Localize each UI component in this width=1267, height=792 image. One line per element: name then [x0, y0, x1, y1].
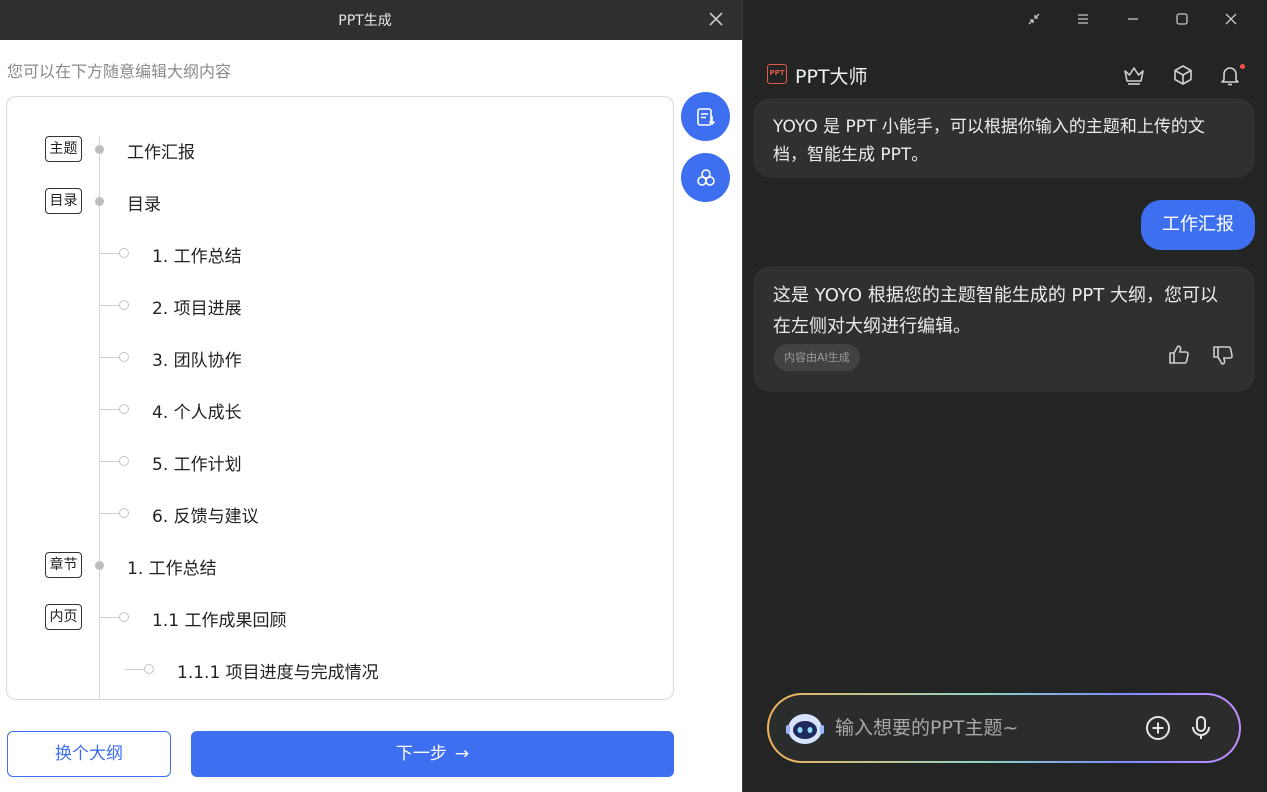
- outline-item-text[interactable]: 工作汇报: [127, 138, 195, 163]
- outline-item-text[interactable]: 5. 工作计划: [152, 450, 242, 475]
- ppt-generation-dialog: PPT生成 您可以在下方随意编辑大纲内容 主题 工作汇报目录 目录 1. 工作总结 2.…: [0, 0, 742, 792]
- bell-icon[interactable]: [1217, 62, 1245, 88]
- ppt-topic-input[interactable]: [835, 713, 1135, 743]
- outline-level-tag: 目录: [45, 188, 82, 214]
- outline-item-text[interactable]: 4. 个人成长: [152, 398, 242, 423]
- tree-node-ring: [119, 404, 129, 414]
- assistant-reply-message: 这是 YOYO 根据您的主题智能生成的 PPT 大纲，您可以在左侧对大纲进行编辑…: [753, 266, 1255, 392]
- outline-row[interactable]: 1. 工作总结: [7, 238, 667, 268]
- tree-connector: [100, 253, 119, 254]
- chat-input-container: [769, 695, 1239, 761]
- assistant-panel: PPT PPT大师 YOYO 是 PPT 小能手，可以根据你输入的主题和上传的文…: [742, 0, 1267, 792]
- outline-item-text[interactable]: 1.1 工作成果回顾: [152, 606, 286, 631]
- tree-connector: [100, 409, 119, 410]
- dialog-title: PPT生成: [338, 13, 392, 29]
- import-outline-button[interactable]: [681, 92, 730, 141]
- crown-icon[interactable]: [1121, 62, 1147, 88]
- app-name: PPT大师: [795, 66, 868, 88]
- maximize-icon[interactable]: [1170, 10, 1194, 34]
- template-button[interactable]: [681, 153, 730, 202]
- outline-row[interactable]: 2. 项目进展: [7, 290, 667, 320]
- add-circle-icon[interactable]: [1144, 714, 1172, 742]
- tree-node-ring: [119, 248, 129, 258]
- close-icon[interactable]: [706, 9, 726, 29]
- outline-row[interactable]: 内页 1.1 工作成果回顾: [7, 602, 667, 632]
- tree-node-ring: [119, 300, 129, 310]
- outline-level-tag: 章节: [45, 552, 82, 578]
- tree-node-dot: [95, 145, 104, 154]
- tree-connector: [100, 461, 119, 462]
- cube-icon[interactable]: [1170, 62, 1196, 88]
- outline-item-text[interactable]: 3. 团队协作: [152, 346, 242, 371]
- arrow-right-icon: →: [454, 744, 470, 764]
- user-message: 工作汇报: [1141, 200, 1255, 250]
- outline-row[interactable]: 章节 1. 工作总结: [7, 550, 667, 580]
- ppt-logo-icon: PPT: [767, 64, 787, 84]
- tree-node-ring: [119, 456, 129, 466]
- outline-row[interactable]: 6. 反馈与建议: [7, 498, 667, 528]
- outline-item-text[interactable]: 目录: [127, 190, 161, 215]
- tree-node-dot: [95, 197, 104, 206]
- tree-node-ring: [119, 612, 129, 622]
- outline-item-text[interactable]: 1. 工作总结: [127, 554, 217, 579]
- tree-node-dot: [95, 561, 104, 570]
- assistant-reply-text: 这是 YOYO 根据您的主题智能生成的 PPT 大纲，您可以在左侧对大纲进行编辑…: [773, 285, 1218, 337]
- outline-item-text[interactable]: 1.1.1 项目进度与完成情况: [177, 658, 379, 683]
- assistant-intro-message: YOYO 是 PPT 小能手，可以根据你输入的主题和上传的文档，智能生成 PPT…: [753, 98, 1255, 178]
- edit-hint: 您可以在下方随意编辑大纲内容: [7, 62, 232, 81]
- tree-node-ring: [119, 352, 129, 362]
- tree-connector: [125, 669, 144, 670]
- minimize-icon[interactable]: [1121, 10, 1145, 34]
- outline-item-text[interactable]: 2. 项目进展: [152, 294, 242, 319]
- shapes-icon: [696, 168, 715, 186]
- tree-connector: [100, 513, 119, 514]
- thumbs-down-icon[interactable]: [1210, 342, 1236, 368]
- tree-node-ring: [144, 664, 154, 674]
- document-download-icon: [696, 107, 715, 126]
- outline-editor[interactable]: 主题 工作汇报目录 目录 1. 工作总结 2. 项目进展 3. 团队协作 4. 个人成长 5.…: [6, 96, 674, 700]
- tree-connector: [100, 305, 119, 306]
- dialog-titlebar: PPT生成: [0, 0, 742, 40]
- next-step-label: 下一步: [395, 744, 447, 764]
- tree-node-ring: [119, 508, 129, 518]
- thumbs-up-icon[interactable]: [1166, 342, 1192, 368]
- outline-row[interactable]: 1.1.1 项目进度与完成情况: [7, 654, 667, 684]
- change-outline-button[interactable]: 换个大纲: [7, 731, 171, 777]
- notification-dot: [1240, 64, 1245, 69]
- close-window-icon[interactable]: [1219, 10, 1243, 34]
- outline-level-tag: 主题: [45, 136, 82, 162]
- outline-item-text[interactable]: 1. 工作总结: [152, 242, 242, 267]
- collapse-icon[interactable]: [1022, 10, 1046, 34]
- outline-row[interactable]: 3. 团队协作: [7, 342, 667, 372]
- menu-icon[interactable]: [1071, 10, 1095, 34]
- outline-row[interactable]: 4. 个人成长: [7, 394, 667, 424]
- chat-input-bar: [767, 693, 1241, 763]
- outline-row[interactable]: 目录 目录: [7, 186, 667, 216]
- outline-row[interactable]: 主题 工作汇报: [7, 134, 667, 164]
- ai-generated-badge: 内容由AI生成: [774, 344, 860, 371]
- next-step-button[interactable]: 下一步 →: [191, 731, 674, 777]
- outline-level-tag: 内页: [45, 604, 82, 630]
- robot-avatar-icon: [786, 714, 824, 744]
- outline-row[interactable]: 5. 工作计划: [7, 446, 667, 476]
- outline-item-text[interactable]: 6. 反馈与建议: [152, 502, 259, 527]
- tree-connector: [100, 617, 119, 618]
- app-window: PPT生成 您可以在下方随意编辑大纲内容 主题 工作汇报 目录 目录 1. 工作总结 2.…: [0, 0, 1267, 792]
- tree-connector: [100, 357, 119, 358]
- microphone-icon[interactable]: [1187, 714, 1215, 742]
